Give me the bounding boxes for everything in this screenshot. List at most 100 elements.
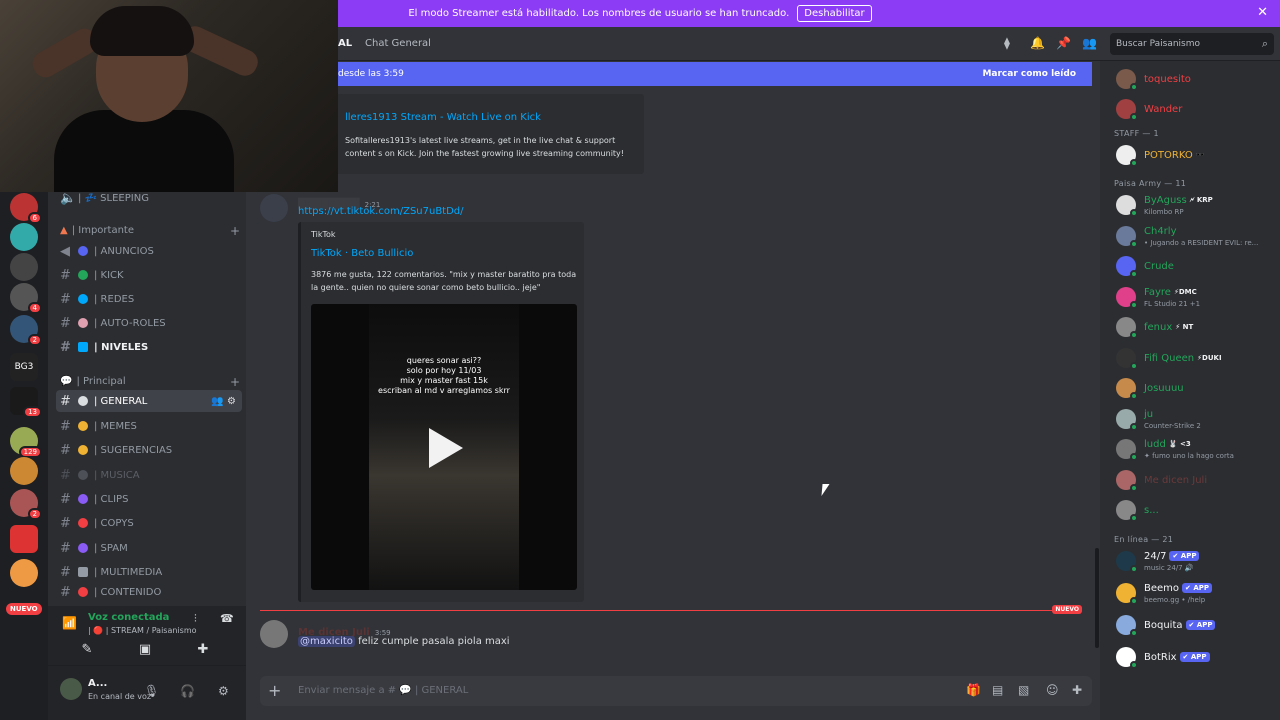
channel-settings-icon[interactable]: 👥 ⚙ bbox=[211, 396, 236, 407]
member-item[interactable]: s... bbox=[1114, 498, 1280, 526]
embed-title-link[interactable]: lleres1913 Stream - Watch Live on Kick bbox=[345, 112, 541, 123]
server-icon[interactable] bbox=[10, 525, 38, 553]
server-icon[interactable] bbox=[10, 457, 38, 485]
disconnect-icon[interactable]: ☎ bbox=[220, 612, 234, 625]
user-mention[interactable]: @maxicito bbox=[298, 636, 355, 647]
hash-icon: # bbox=[60, 491, 71, 507]
tiktok-link[interactable]: https://vt.tiktok.com/ZSu7uBtDd/ bbox=[298, 206, 464, 217]
server-icon[interactable]: 129 bbox=[10, 427, 42, 458]
signal-icon[interactable]: 📶 bbox=[62, 616, 77, 630]
member-list-icon[interactable]: 👥 bbox=[1082, 36, 1097, 50]
disable-streamer-button[interactable]: Deshabilitar bbox=[797, 5, 872, 22]
member-item[interactable]: Fayre ⚡DMC FL Studio 21 +1 bbox=[1114, 285, 1280, 313]
message-composer[interactable]: + Enviar mensaje a # 💬 | GENERAL 🎁 ▤ ▧ ☺… bbox=[260, 676, 1092, 706]
search-input[interactable]: Buscar Paisanismo ⌕ bbox=[1110, 33, 1274, 55]
camera-off-icon[interactable]: ✎ bbox=[76, 642, 98, 660]
channel-contenido[interactable]: # | CONTENIDO bbox=[56, 585, 242, 599]
mention-badge: 2 bbox=[27, 334, 42, 346]
channel-niveles[interactable]: # | NIVELES bbox=[56, 336, 242, 358]
member-item[interactable]: fenux ⚡ NT bbox=[1114, 315, 1280, 343]
speech-bubble-icon: 💬 bbox=[60, 376, 73, 387]
gif-icon[interactable]: ▤ bbox=[992, 683, 1003, 697]
voice-status-title[interactable]: Voz conectada bbox=[88, 612, 169, 623]
headphones-icon[interactable]: 🎧 bbox=[180, 684, 195, 698]
new-messages-since: desde las 3:59 bbox=[338, 69, 404, 79]
member-item[interactable]: Ch4rly • Jugando a RESIDENT EVIL: re... bbox=[1114, 224, 1280, 252]
channel-memes[interactable]: # | MEMES bbox=[56, 415, 242, 437]
voice-channel-name[interactable]: | 🔴 | STREAM / Paisanismo bbox=[88, 626, 197, 635]
channel-multimedia[interactable]: # | MULTIMEDIA bbox=[56, 561, 242, 583]
status-icon bbox=[1130, 270, 1138, 278]
add-channel-icon[interactable]: + bbox=[230, 224, 240, 238]
member-item[interactable]: Fifi Queen ⚡DUKI bbox=[1114, 346, 1280, 374]
member-item[interactable]: toquesito bbox=[1114, 67, 1280, 95]
channel-general[interactable]: # | GENERAL 👥 ⚙ bbox=[56, 390, 242, 412]
threads-icon[interactable]: ⧫ bbox=[1004, 36, 1010, 50]
noise-suppression-icon[interactable]: ⫶ bbox=[194, 612, 197, 626]
pin-icon[interactable]: 📌 bbox=[1056, 36, 1071, 50]
channel-kick[interactable]: # | KICK bbox=[56, 264, 242, 286]
username[interactable]: A... bbox=[88, 678, 107, 689]
emoji-icon[interactable]: ☺ bbox=[1046, 683, 1059, 697]
embed-title-link[interactable]: TikTok · Beto Bullicio bbox=[311, 248, 413, 259]
member-activity: • Jugando a RESIDENT EVIL: re... bbox=[1144, 238, 1259, 247]
member-item[interactable]: ByAguss 🗲 KRP Kilombo RP bbox=[1114, 193, 1280, 221]
avatar[interactable] bbox=[260, 620, 288, 648]
server-icon[interactable] bbox=[10, 559, 38, 587]
channel-sugerencias[interactable]: # | SUGERENCIAS bbox=[56, 439, 242, 461]
screen-share-icon[interactable]: ▣ bbox=[134, 642, 156, 660]
channel-auto-roles[interactable]: # | AUTO-ROLES bbox=[56, 312, 242, 334]
new-messages-bar[interactable]: desde las 3:59 Marcar como leído bbox=[330, 62, 1092, 86]
server-icon[interactable]: 2 bbox=[10, 489, 42, 520]
gear-icon[interactable]: ⚙ bbox=[218, 684, 229, 698]
apps-icon[interactable]: ✚ bbox=[1072, 683, 1082, 697]
channel-redes[interactable]: # | REDES bbox=[56, 288, 242, 310]
server-icon[interactable]: 2 bbox=[10, 315, 42, 346]
member-item[interactable]: ju Counter-Strike 2 bbox=[1114, 407, 1280, 435]
server-icon[interactable] bbox=[10, 223, 38, 251]
channel-spam[interactable]: # | SPAM bbox=[56, 537, 242, 559]
sticker-icon[interactable]: ▧ bbox=[1018, 683, 1029, 697]
add-attachment-icon[interactable]: + bbox=[268, 681, 281, 700]
channel-copys[interactable]: # | COPYS bbox=[56, 512, 242, 534]
server-icon-bg3[interactable]: BG3 bbox=[10, 353, 38, 381]
play-icon[interactable] bbox=[429, 428, 463, 468]
member-item[interactable]: 24/7 ✔ APP music 24/7 🔊 bbox=[1114, 549, 1280, 577]
server-icon[interactable]: 6 bbox=[10, 193, 42, 224]
member-item[interactable]: ludd 🐰 <3 ✦ fumo uno la hago corta bbox=[1114, 437, 1280, 465]
member-item[interactable]: Josuuuu bbox=[1114, 376, 1280, 404]
microphone-icon[interactable]: 🎙 bbox=[144, 684, 159, 698]
member-item[interactable]: Beemo ✔ APP beemo.gg • /help bbox=[1114, 581, 1280, 609]
member-item[interactable]: Me dicen Juli bbox=[1114, 468, 1280, 496]
category-principal[interactable]: 💬 | Principal + bbox=[60, 375, 240, 389]
member-item[interactable]: Wander bbox=[1114, 97, 1280, 125]
channel-musica[interactable]: # | MUSICA bbox=[56, 464, 242, 486]
close-icon[interactable]: ✕ bbox=[1257, 5, 1268, 20]
member-item[interactable]: POTORKO 🕶️ bbox=[1114, 143, 1280, 171]
category-importante[interactable]: ▲ | Importante + bbox=[60, 224, 240, 238]
avatar[interactable] bbox=[260, 194, 288, 222]
channel-emoji-icon bbox=[78, 246, 88, 256]
mark-as-read-button[interactable]: Marcar como leído bbox=[982, 69, 1076, 79]
channel-label: | MEMES bbox=[94, 420, 137, 432]
avatar[interactable] bbox=[60, 678, 82, 700]
bell-icon[interactable]: 🔔 bbox=[1030, 36, 1045, 50]
channel-clips[interactable]: # | CLIPS bbox=[56, 488, 242, 510]
video-player[interactable]: queres sonar asi?? solo por hoy 11/03 mi… bbox=[311, 304, 577, 590]
soundboard-icon[interactable] bbox=[206, 642, 228, 660]
server-icon[interactable] bbox=[10, 253, 38, 281]
gift-icon[interactable]: 🎁 bbox=[966, 683, 981, 697]
member-item[interactable]: Crude bbox=[1114, 254, 1280, 282]
server-icon[interactable]: 4 bbox=[10, 283, 42, 314]
member-name: Josuuuu bbox=[1144, 383, 1184, 394]
member-item[interactable]: Boquita ✔ APP bbox=[1114, 613, 1280, 641]
scrollbar[interactable] bbox=[1095, 548, 1099, 648]
channel-emoji-icon bbox=[78, 518, 88, 528]
status-icon bbox=[1130, 660, 1138, 669]
member-item[interactable]: BotRix ✔ APP bbox=[1114, 645, 1280, 673]
server-icon[interactable]: 13 bbox=[10, 387, 42, 418]
channel-anuncios[interactable]: ◀ | ANUNCIOS bbox=[56, 240, 242, 262]
hash-icon: # bbox=[60, 467, 71, 483]
add-channel-icon[interactable]: + bbox=[230, 375, 240, 389]
announcement-icon: ◀ bbox=[60, 243, 70, 259]
